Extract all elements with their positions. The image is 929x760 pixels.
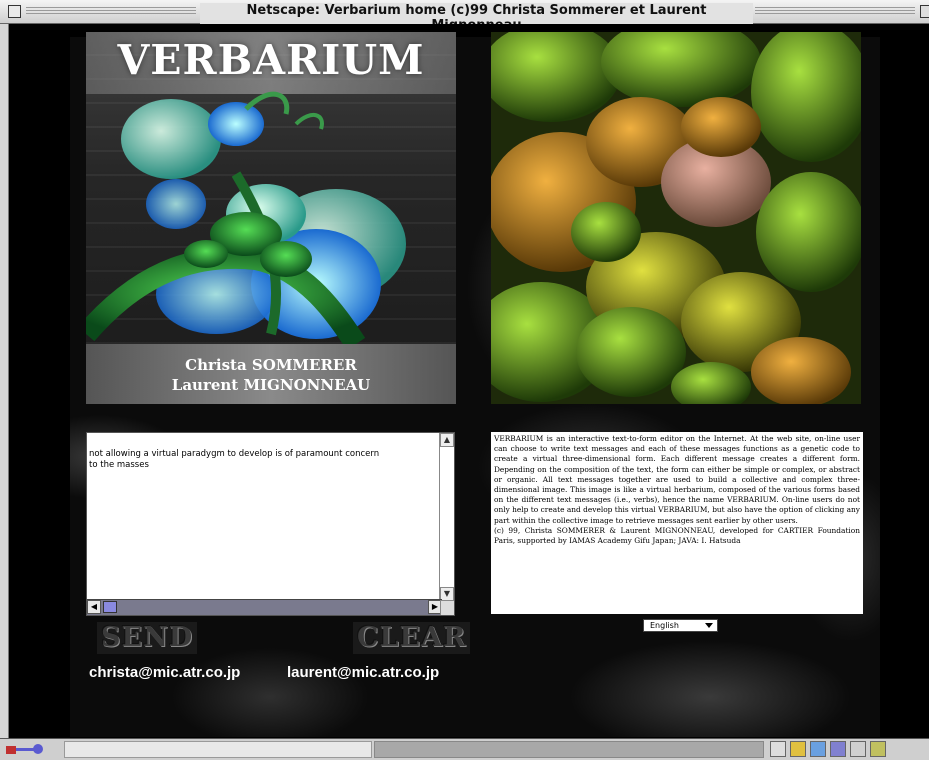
compose-mail-icon[interactable] — [870, 741, 886, 757]
close-box-icon[interactable] — [8, 5, 21, 18]
window-titlebar[interactable]: Netscape: Verbarium home (c)99 Christa S… — [0, 0, 929, 33]
collective-forms-graphic — [491, 32, 861, 404]
collective-verbarium-image[interactable] — [491, 32, 861, 404]
address-book-icon[interactable] — [830, 741, 846, 757]
security-key-icon[interactable] — [4, 742, 46, 756]
verbarium-heading: VERBARIUM — [117, 36, 425, 84]
composer-icon[interactable] — [850, 741, 866, 757]
plant-form-graphic — [86, 91, 406, 344]
send-button[interactable]: SEND — [97, 622, 198, 654]
clear-button[interactable]: CLEAR — [353, 622, 471, 654]
window-left-edge — [0, 24, 9, 738]
horizontal-scrollbar[interactable]: ◀ ▶ — [87, 599, 442, 615]
scrollbar-corner — [440, 600, 454, 615]
down-arrow-icon[interactable]: ▼ — [440, 587, 454, 601]
navigator-icon[interactable] — [770, 741, 786, 757]
verbarium-title-artwork: VERBARIUM Christa SOMMERER Laurent MIGNO… — [86, 32, 456, 404]
component-bar — [770, 741, 929, 758]
language-select-value: English — [650, 621, 679, 630]
vertical-scrollbar[interactable]: ▲ ▼ — [439, 433, 454, 601]
left-arrow-icon[interactable]: ◀ — [87, 600, 101, 614]
message-textarea[interactable]: not allowing a virtual paradygm to devel… — [86, 432, 455, 616]
newsgroups-icon[interactable] — [810, 741, 826, 757]
zoom-box-icon[interactable] — [920, 5, 929, 18]
horizontal-scroll-thumb[interactable] — [103, 601, 117, 613]
email-link-christa[interactable]: christa@mic.atr.co.jp — [89, 664, 240, 681]
email-link-laurent[interactable]: laurent@mic.atr.co.jp — [287, 664, 439, 681]
progress-bar — [374, 741, 764, 758]
status-message-field — [64, 741, 372, 758]
artist-name-laurent: Laurent MIGNONNEAU — [171, 376, 371, 394]
description-credits: (c) 99, Christa SOMMERER & Laurent MIGNO… — [494, 525, 860, 546]
artist-names: Christa SOMMERER Laurent MIGNONNEAU — [86, 355, 456, 395]
titlebar-stripes-left — [26, 7, 196, 16]
artist-name-christa: Christa SOMMERER — [185, 356, 357, 374]
chevron-down-icon — [705, 623, 713, 628]
inbox-icon[interactable] — [790, 741, 806, 757]
up-arrow-icon[interactable]: ▲ — [440, 433, 454, 447]
message-text[interactable]: not allowing a virtual paradygm to devel… — [89, 449, 439, 471]
description-body: VERBARIUM is an interactive text-to-form… — [494, 434, 860, 525]
project-description: VERBARIUM is an interactive text-to-form… — [491, 432, 863, 614]
status-bar — [0, 738, 929, 760]
language-select[interactable]: English — [643, 619, 718, 632]
titlebar-stripes-right — [755, 7, 915, 16]
